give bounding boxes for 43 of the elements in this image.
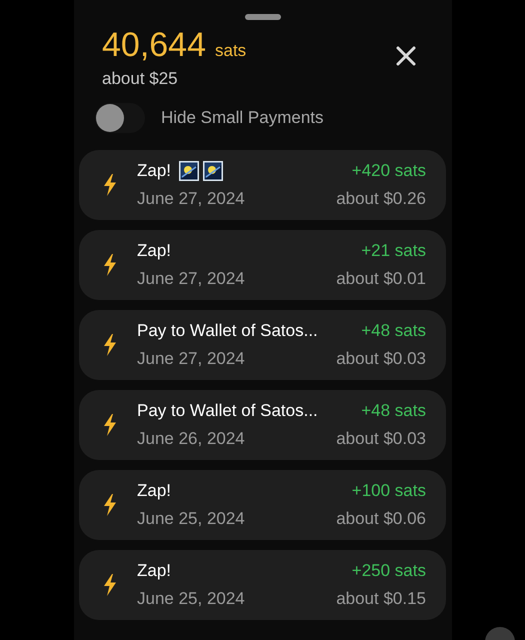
payment-fiat: about $0.15 bbox=[336, 589, 426, 609]
payment-amount: +48 sats bbox=[360, 321, 426, 341]
payment-fiat: about $0.26 bbox=[336, 189, 426, 209]
payment-amount: +48 sats bbox=[360, 401, 426, 421]
payment-card[interactable]: Pay to Wallet of Satos... June 27, 2024 +48 sats about $0.03 bbox=[79, 310, 446, 380]
payment-title: Pay to Wallet of Satos... bbox=[137, 321, 318, 341]
lightning-icon bbox=[103, 414, 117, 436]
payment-date: June 27, 2024 bbox=[137, 349, 246, 369]
payment-title: Pay to Wallet of Satos... bbox=[137, 401, 318, 421]
payment-card[interactable]: Zap! June 25, 2024 +100 sats about $0.06 bbox=[79, 470, 446, 540]
payment-date: June 25, 2024 bbox=[137, 589, 246, 609]
payment-fiat: about $0.03 bbox=[336, 349, 426, 369]
payment-card[interactable]: Zap! June 27, 2024 +21 sats about $0.01 bbox=[79, 230, 446, 300]
balance-amount: 40,644 bbox=[102, 26, 206, 65]
payment-title: Zap! bbox=[137, 561, 172, 581]
payment-amount: +250 sats bbox=[350, 561, 426, 581]
lightning-icon bbox=[103, 174, 117, 196]
payment-card[interactable]: Zap! June 27, 2024 +420 sats about $0.26 bbox=[79, 150, 446, 220]
payment-card[interactable]: Pay to Wallet of Satos... June 26, 2024 +48 sats about $0.03 bbox=[79, 390, 446, 460]
lightning-icon bbox=[103, 254, 117, 276]
close-icon[interactable] bbox=[396, 46, 416, 66]
balance-unit: sats bbox=[215, 41, 246, 61]
payment-amount: +100 sats bbox=[350, 481, 426, 501]
payment-date: June 25, 2024 bbox=[137, 509, 246, 529]
lightning-icon bbox=[103, 574, 117, 596]
payment-amount: +420 sats bbox=[350, 161, 426, 181]
payment-date: June 27, 2024 bbox=[137, 269, 246, 289]
payment-title: Zap! bbox=[137, 161, 172, 181]
payment-date: June 27, 2024 bbox=[137, 189, 246, 209]
drag-handle[interactable] bbox=[244, 14, 280, 20]
payment-title: Zap! bbox=[137, 241, 172, 261]
payment-title: Zap! bbox=[137, 481, 172, 501]
payment-amount: +21 sats bbox=[360, 241, 426, 261]
payment-fiat: about $0.03 bbox=[336, 429, 426, 449]
payment-card[interactable]: Zap! June 25, 2024 +250 sats about $0.15 bbox=[79, 550, 446, 620]
lightning-icon bbox=[103, 494, 117, 516]
payment-date: June 26, 2024 bbox=[137, 429, 246, 449]
payment-fiat: about $0.01 bbox=[336, 269, 426, 289]
toggle-switch[interactable] bbox=[95, 103, 145, 133]
balance-fiat: about $25 bbox=[102, 69, 179, 89]
toggle-label: Hide Small Payments bbox=[161, 108, 324, 128]
payment-fiat: about $0.06 bbox=[336, 509, 426, 529]
lightning-icon bbox=[103, 334, 117, 356]
